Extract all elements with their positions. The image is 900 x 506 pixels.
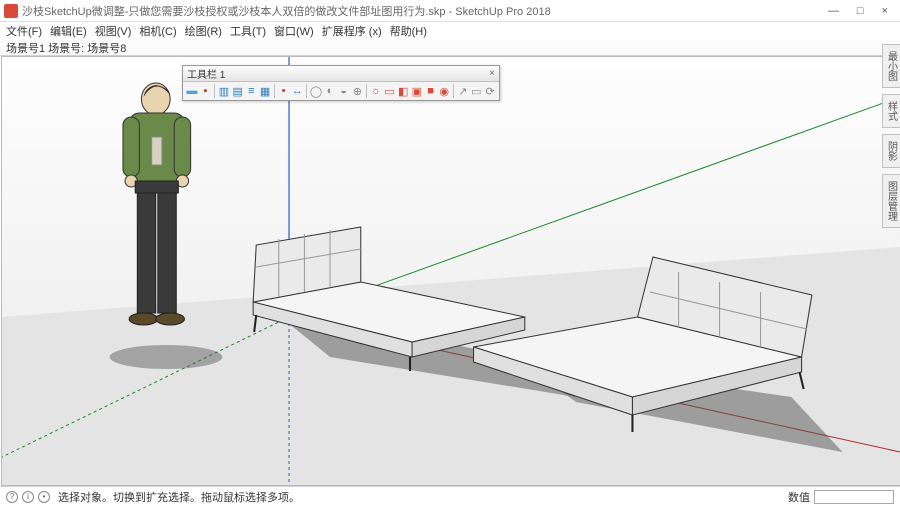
toolbar-close-icon[interactable]: × bbox=[489, 68, 495, 79]
tray-tab-1[interactable]: 样式 bbox=[882, 94, 900, 128]
floating-toolbar[interactable]: 工具栏 1 × ▬▪▥▤≡▦•↔◯◐◒⊕☼▭◧▣■◉↗▭⟳ bbox=[182, 65, 500, 101]
menu-extensions[interactable]: 扩展程序 (x) bbox=[322, 23, 382, 39]
measure-label: 数值 bbox=[788, 489, 810, 505]
tool-c-icon[interactable]: ▥ bbox=[218, 84, 230, 98]
menu-draw[interactable]: 绘图(R) bbox=[185, 23, 222, 39]
tool-d-icon[interactable]: ▤ bbox=[232, 84, 244, 98]
titlebar: 沙枝SketchUp微调整-只做您需要沙枝授权或沙枝本人双倍的做改文件部址图用行… bbox=[0, 0, 900, 22]
toolbar-icons: ▬▪▥▤≡▦•↔◯◐◒⊕☼▭◧▣■◉↗▭⟳ bbox=[183, 82, 499, 100]
toolbar-header[interactable]: 工具栏 1 × bbox=[183, 66, 499, 82]
tool-r-icon[interactable]: ◉ bbox=[438, 84, 450, 98]
toolbar-title: 工具栏 1 bbox=[187, 66, 225, 81]
toolbar-separator bbox=[366, 84, 367, 98]
tool-f-icon[interactable]: ▦ bbox=[259, 84, 271, 98]
app-icon bbox=[4, 4, 18, 18]
toolbar-separator bbox=[306, 84, 307, 98]
menu-window[interactable]: 窗口(W) bbox=[274, 23, 314, 39]
tray-tab-0[interactable]: 最小图 bbox=[882, 44, 900, 88]
model-canvas bbox=[2, 57, 900, 485]
maximize-button[interactable]: □ bbox=[857, 5, 864, 17]
window-controls: — □ × bbox=[828, 5, 896, 17]
window-title: 沙枝SketchUp微调整-只做您需要沙枝授权或沙枝本人双倍的做改文件部址图用行… bbox=[22, 3, 828, 19]
tool-t-icon[interactable]: ▭ bbox=[471, 84, 483, 98]
tool-h-icon[interactable]: ↔ bbox=[291, 84, 303, 98]
status-user-icon[interactable]: • bbox=[38, 491, 50, 503]
tool-p-icon[interactable]: ▣ bbox=[411, 84, 423, 98]
tray-tab-3[interactable]: 图层管理 bbox=[882, 174, 900, 228]
status-hint: 选择对象。切换到扩充选择。拖动鼠标选择多项。 bbox=[58, 489, 300, 505]
tool-q-icon[interactable]: ■ bbox=[425, 84, 437, 98]
scene-tabs[interactable]: 场景号1 场景号: 场景号8 bbox=[0, 40, 900, 56]
toolbar-separator bbox=[274, 84, 275, 98]
tool-k-icon[interactable]: ◒ bbox=[338, 84, 350, 98]
close-button[interactable]: × bbox=[882, 5, 888, 17]
scale-figure bbox=[123, 83, 191, 325]
menubar: 文件(F) 编辑(E) 视图(V) 相机(C) 绘图(R) 工具(T) 窗口(W… bbox=[0, 22, 900, 40]
measure-input[interactable] bbox=[814, 490, 894, 504]
statusbar: ? i • 选择对象。切换到扩充选择。拖动鼠标选择多项。 数值 bbox=[0, 486, 900, 506]
menu-edit[interactable]: 编辑(E) bbox=[50, 23, 87, 39]
tool-m-icon[interactable]: ☼ bbox=[370, 84, 382, 98]
tool-e-icon[interactable]: ≡ bbox=[246, 84, 258, 98]
tool-l-icon[interactable]: ⊕ bbox=[352, 84, 364, 98]
tool-b-icon[interactable]: ▪ bbox=[200, 84, 212, 98]
menu-file[interactable]: 文件(F) bbox=[6, 23, 42, 39]
status-help-icon[interactable]: ? bbox=[6, 491, 18, 503]
tray-tab-2[interactable]: 阴影 bbox=[882, 134, 900, 168]
tool-g-icon[interactable]: • bbox=[278, 84, 290, 98]
menu-camera[interactable]: 相机(C) bbox=[139, 23, 176, 39]
status-icons: ? i • bbox=[6, 491, 50, 503]
toolbar-separator bbox=[214, 84, 215, 98]
tool-s-icon[interactable]: ↗ bbox=[457, 84, 469, 98]
tool-a-icon[interactable]: ▬ bbox=[186, 84, 198, 98]
status-info-icon[interactable]: i bbox=[22, 491, 34, 503]
viewport[interactable]: 工具栏 1 × ▬▪▥▤≡▦•↔◯◐◒⊕☼▭◧▣■◉↗▭⟳ bbox=[1, 56, 900, 486]
tool-i-icon[interactable]: ◯ bbox=[310, 84, 322, 98]
menu-view[interactable]: 视图(V) bbox=[95, 23, 132, 39]
toolbar-separator bbox=[453, 84, 454, 98]
tool-n-icon[interactable]: ▭ bbox=[384, 84, 396, 98]
tool-j-icon[interactable]: ◐ bbox=[324, 84, 336, 98]
menu-help[interactable]: 帮助(H) bbox=[390, 23, 427, 39]
tool-o-icon[interactable]: ◧ bbox=[397, 84, 409, 98]
tray: 最小图 样式 阴影 图层管理 bbox=[882, 40, 900, 228]
tool-u-icon[interactable]: ⟳ bbox=[484, 84, 496, 98]
minimize-button[interactable]: — bbox=[828, 5, 839, 17]
scene-label[interactable]: 场景号1 场景号: 场景号8 bbox=[6, 40, 126, 56]
menu-tools[interactable]: 工具(T) bbox=[230, 23, 266, 39]
